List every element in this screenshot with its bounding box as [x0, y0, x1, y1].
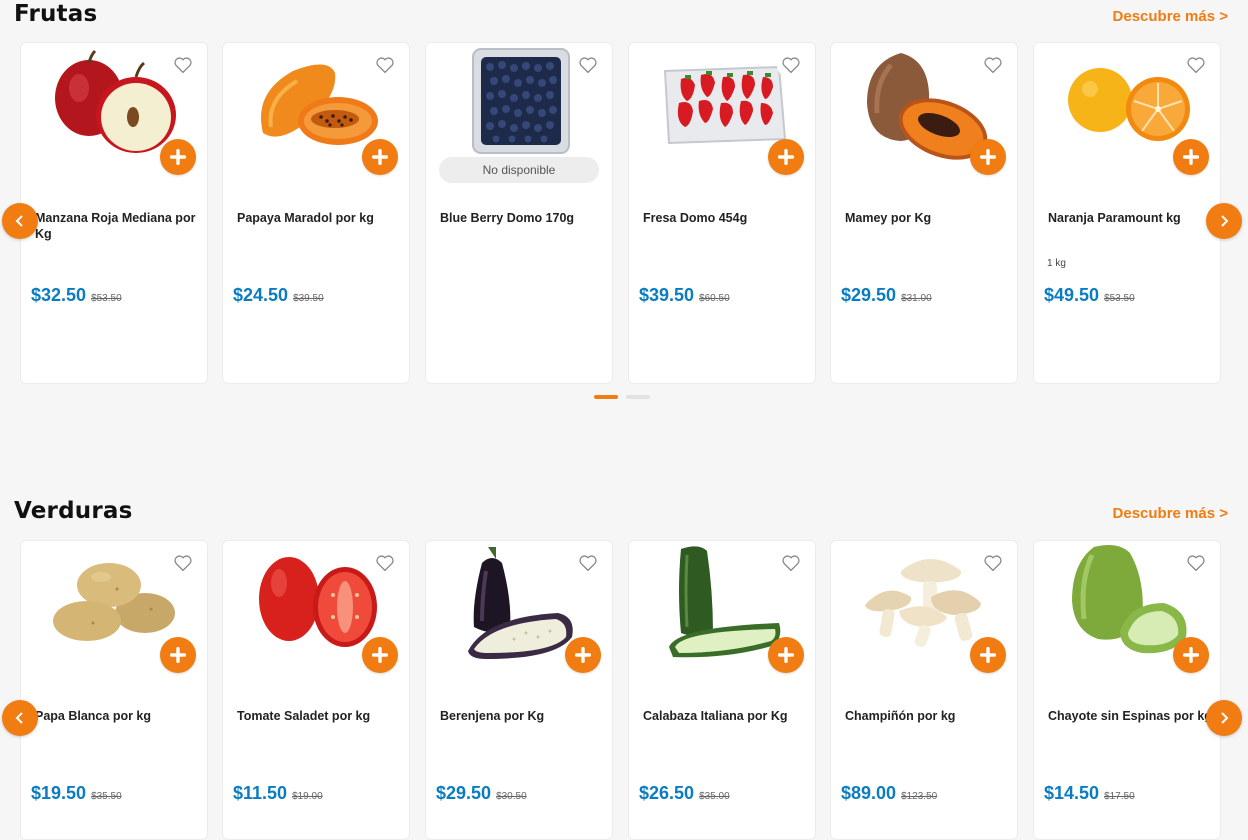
product-name[interactable]: Champiñón por kg	[845, 709, 1009, 725]
price-row: $39.50 $60.50	[639, 285, 730, 306]
price-row: $32.50 $53.50	[31, 285, 122, 306]
favorite-heart-icon[interactable]	[979, 549, 1007, 577]
product-card[interactable]: Chayote sin Espinas por kg $14.50 $17.50	[1033, 540, 1221, 840]
product-old-price: $60.50	[699, 293, 730, 304]
product-name[interactable]: Calabaza Italiana por Kg	[643, 709, 807, 725]
favorite-heart-icon[interactable]	[169, 51, 197, 79]
carousel-next-button[interactable]	[1206, 700, 1242, 736]
product-name[interactable]: Blue Berry Domo 170g	[440, 211, 604, 227]
product-old-price: $17.50	[1104, 791, 1135, 802]
favorite-heart-icon[interactable]	[371, 51, 399, 79]
price-row: $26.50 $35.00	[639, 783, 730, 804]
price-row: $19.50 $35.50	[31, 783, 122, 804]
add-to-cart-plus-icon[interactable]	[970, 637, 1006, 673]
price-row: $24.50 $39.50	[233, 285, 324, 306]
favorite-heart-icon[interactable]	[979, 51, 1007, 79]
chevron-right-icon	[1221, 712, 1229, 724]
price-row: $29.50 $31.00	[841, 285, 932, 306]
product-name[interactable]: Naranja Paramount kg	[1048, 211, 1212, 227]
product-price: $89.00	[841, 783, 897, 803]
product-name[interactable]: Manzana Roja Mediana por Kg	[35, 211, 199, 242]
add-to-cart-plus-icon[interactable]	[768, 637, 804, 673]
carousel-next-button[interactable]	[1206, 203, 1242, 239]
favorite-heart-icon[interactable]	[169, 549, 197, 577]
add-to-cart-plus-icon[interactable]	[768, 139, 804, 175]
product-card[interactable]: Tomate Saladet por kg $11.50 $19.00	[222, 540, 410, 840]
add-to-cart-plus-icon[interactable]	[565, 637, 601, 673]
price-row: $89.00 $123.50	[841, 783, 937, 804]
product-card[interactable]: Manzana Roja Mediana por Kg $32.50 $53.5…	[20, 42, 208, 384]
favorite-heart-icon[interactable]	[1182, 549, 1210, 577]
product-old-price: $53.50	[91, 293, 122, 304]
chevron-left-icon	[15, 712, 23, 724]
pagination-dot-active[interactable]	[594, 395, 618, 399]
verduras-section: Verduras Descubre más > Papa Blanca por …	[0, 497, 1248, 840]
discover-more-link[interactable]: Descubre más >	[1113, 8, 1228, 25]
product-old-price: $30.50	[496, 791, 527, 802]
product-card[interactable]: Papaya Maradol por kg $24.50 $39.50	[222, 42, 410, 384]
add-to-cart-plus-icon[interactable]	[970, 139, 1006, 175]
add-to-cart-plus-icon[interactable]	[160, 637, 196, 673]
favorite-heart-icon[interactable]	[1182, 51, 1210, 79]
product-price: $11.50	[233, 783, 288, 803]
product-old-price: $19.00	[292, 791, 323, 802]
carousel-prev-button[interactable]	[2, 203, 38, 239]
product-price: $29.50	[436, 783, 492, 803]
product-old-price: $39.50	[293, 293, 324, 304]
product-name[interactable]: Chayote sin Espinas por kg	[1048, 709, 1212, 725]
product-name[interactable]: Fresa Domo 454g	[643, 211, 807, 227]
chevron-right-icon	[1221, 215, 1229, 227]
product-card[interactable]: Papa Blanca por kg $19.50 $35.50	[20, 540, 208, 840]
price-row: $11.50 $19.00	[233, 783, 323, 804]
favorite-heart-icon[interactable]	[574, 549, 602, 577]
carousel-pagination	[594, 395, 650, 399]
product-card[interactable]: Calabaza Italiana por Kg $26.50 $35.00	[628, 540, 816, 840]
product-price: $26.50	[639, 783, 695, 803]
favorite-heart-icon[interactable]	[371, 549, 399, 577]
add-to-cart-plus-icon[interactable]	[362, 139, 398, 175]
product-unit: 1 kg	[1047, 258, 1066, 269]
product-price: $49.50	[1044, 285, 1100, 305]
favorite-heart-icon[interactable]	[777, 549, 805, 577]
add-to-cart-plus-icon[interactable]	[1173, 637, 1209, 673]
favorite-heart-icon[interactable]	[777, 51, 805, 79]
chevron-left-icon	[15, 215, 23, 227]
price-row: $49.50 $53.50	[1044, 285, 1135, 306]
product-card[interactable]: Berenjena por Kg $29.50 $30.50	[425, 540, 613, 840]
pagination-dot[interactable]	[626, 395, 650, 399]
product-card[interactable]: Mamey por Kg $29.50 $31.00	[830, 42, 1018, 384]
product-price: $14.50	[1044, 783, 1100, 803]
product-name[interactable]: Mamey por Kg	[845, 211, 1009, 227]
product-price: $19.50	[31, 783, 87, 803]
product-name[interactable]: Berenjena por Kg	[440, 709, 604, 725]
product-name[interactable]: Papa Blanca por kg	[35, 709, 199, 725]
price-row: $14.50 $17.50	[1044, 783, 1135, 804]
product-card[interactable]: Naranja Paramount kg 1 kg $49.50 $53.50	[1033, 42, 1221, 384]
product-price: $32.50	[31, 285, 87, 305]
product-old-price: $123.50	[901, 791, 938, 802]
add-to-cart-plus-icon[interactable]	[160, 139, 196, 175]
section-title: Verduras	[14, 498, 133, 524]
carousel-prev-button[interactable]	[2, 700, 38, 736]
favorite-heart-icon[interactable]	[574, 51, 602, 79]
product-old-price: $35.50	[91, 791, 122, 802]
product-name[interactable]: Tomate Saladet por kg	[237, 709, 401, 725]
section-title: Frutas	[14, 1, 98, 27]
product-name[interactable]: Papaya Maradol por kg	[237, 211, 401, 227]
unavailable-badge: No disponible	[439, 157, 599, 183]
product-card[interactable]: No disponible Blue Berry Domo 170g	[425, 42, 613, 384]
frutas-section: Frutas Descubre más > Manzana Roja Media…	[0, 0, 1248, 410]
product-old-price: $53.50	[1104, 293, 1135, 304]
product-card[interactable]: Fresa Domo 454g $39.50 $60.50	[628, 42, 816, 384]
add-to-cart-plus-icon[interactable]	[362, 637, 398, 673]
add-to-cart-plus-icon[interactable]	[1173, 139, 1209, 175]
product-price: $29.50	[841, 285, 897, 305]
product-price: $24.50	[233, 285, 289, 305]
product-old-price: $35.00	[699, 791, 730, 802]
discover-more-link[interactable]: Descubre más >	[1113, 505, 1228, 522]
product-old-price: $31.00	[901, 293, 932, 304]
price-row: $29.50 $30.50	[436, 783, 527, 804]
product-card[interactable]: Champiñón por kg $89.00 $123.50	[830, 540, 1018, 840]
product-price: $39.50	[639, 285, 695, 305]
